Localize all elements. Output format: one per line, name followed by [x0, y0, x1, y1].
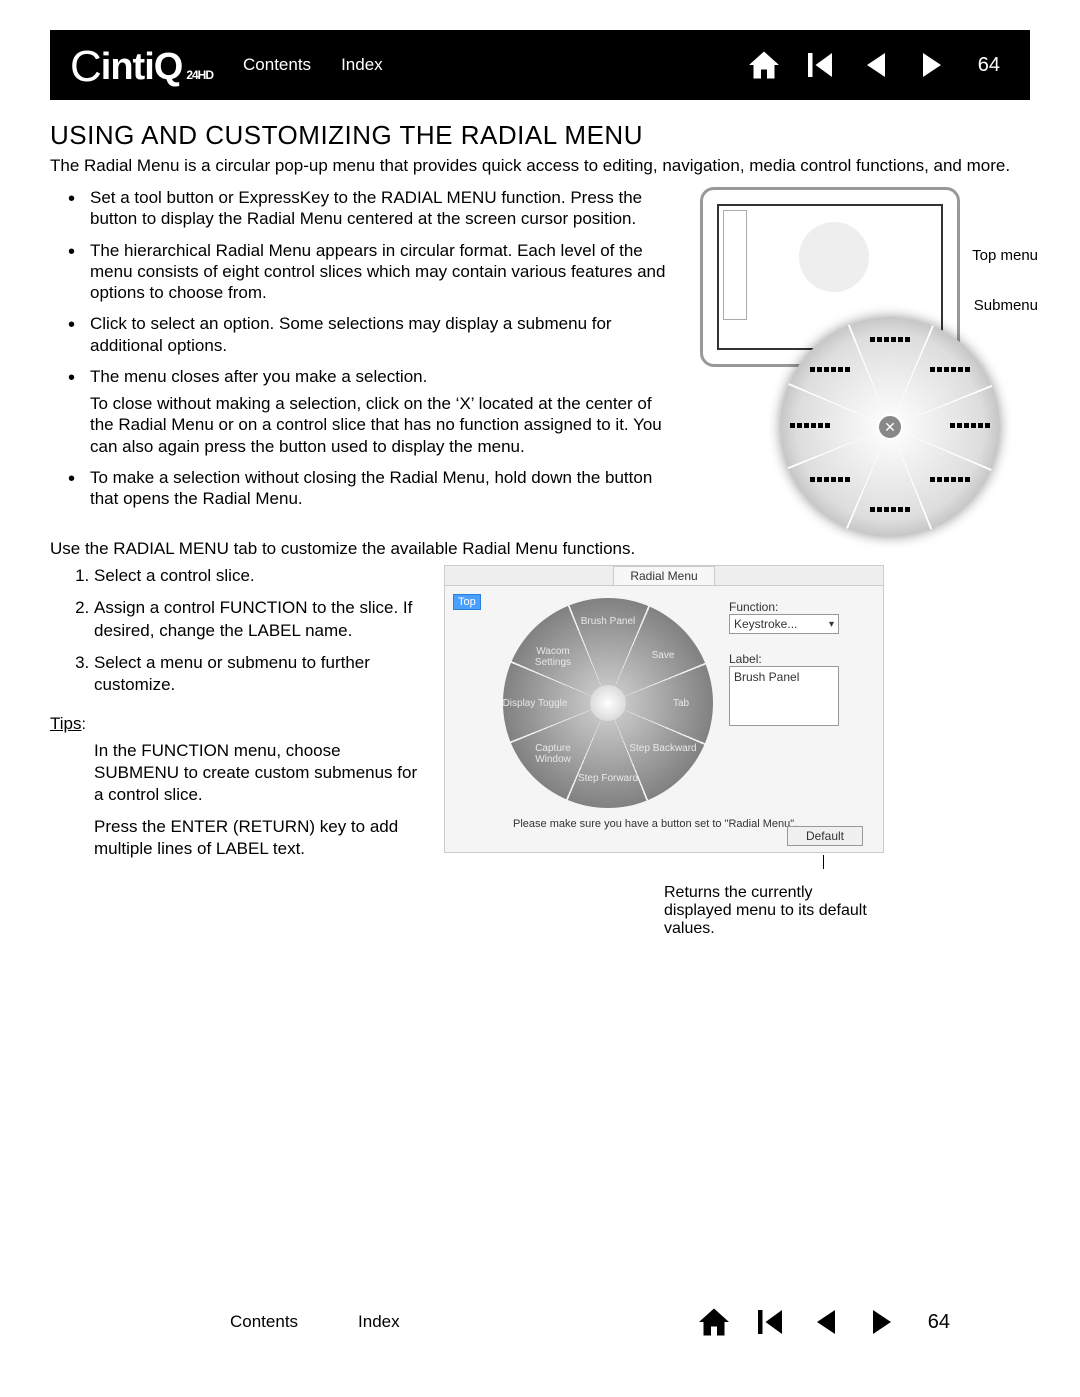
index-link[interactable]: Index [341, 55, 383, 75]
footer-contents-link[interactable]: Contents [230, 1312, 298, 1332]
footer-page-number: 64 [928, 1311, 950, 1334]
page-title: USING AND CUSTOMIZING THE RADIAL MENU [50, 120, 1030, 151]
function-select[interactable]: Keystroke... [729, 614, 839, 634]
default-caption: Returns the currently displayed menu to … [444, 884, 884, 938]
prev-page-icon[interactable] [808, 1304, 844, 1340]
top-chip[interactable]: Top [453, 594, 481, 610]
nav-icons: 64 [746, 47, 1000, 83]
footer-nav-icons: 64 [696, 1304, 950, 1340]
function-value: Keystroke... [734, 617, 797, 631]
home-icon[interactable] [746, 47, 782, 83]
first-page-icon[interactable] [802, 47, 838, 83]
bullet-2: The hierarchical Radial Menu appears in … [90, 241, 665, 303]
radial-menu-panel: Radial Menu Top Brush Panel Save Tab Ste… [444, 565, 884, 853]
slice-sw[interactable]: Capture Window [518, 743, 588, 765]
step-3: Select a menu or submenu to further cust… [94, 652, 420, 696]
tip-2: Press the ENTER (RETURN) key to add mult… [94, 816, 420, 860]
contents-link[interactable]: Contents [243, 55, 311, 75]
header-bar: CintiQ24HD Contents Index 64 [50, 30, 1030, 100]
function-label: Function: [729, 600, 875, 614]
slice-w[interactable]: Display Toggle [500, 698, 570, 709]
label-textbox[interactable]: Brush Panel [729, 666, 839, 726]
tips-block: In the FUNCTION menu, choose SUBMENU to … [50, 740, 420, 860]
step-list: Select a control slice. Assign a control… [50, 565, 420, 695]
radial-close-icon: ✕ [877, 414, 903, 440]
tip-1: In the FUNCTION menu, choose SUBMENU to … [94, 740, 420, 806]
footer-bar: Contents Index 64 [50, 1287, 1030, 1357]
panel-tab-row: Radial Menu [445, 566, 883, 586]
bullet-4-sub: To close without making a selection, cli… [90, 393, 670, 457]
page-number: 64 [978, 54, 1000, 77]
home-icon[interactable] [696, 1304, 732, 1340]
bullet-list: Set a tool button or ExpressKey to the R… [50, 187, 670, 509]
bullet-4: The menu closes after you make a selecti… [90, 367, 427, 386]
label-top-menu: Top menu [972, 247, 1038, 264]
slice-ne[interactable]: Save [628, 650, 698, 661]
next-page-icon[interactable] [914, 47, 950, 83]
radial-diagram: ✕ [780, 317, 1000, 537]
panel-tab[interactable]: Radial Menu [613, 566, 714, 585]
intro-text: The Radial Menu is a circular pop-up men… [50, 155, 1030, 177]
footer-index-link[interactable]: Index [358, 1312, 400, 1332]
bullet-1: Set a tool button or ExpressKey to the R… [90, 188, 642, 228]
prev-page-icon[interactable] [858, 47, 894, 83]
radial-hub [590, 685, 626, 721]
step-2: Assign a control FUNCTION to the slice. … [94, 597, 420, 641]
slice-n[interactable]: Brush Panel [573, 616, 643, 627]
slice-nw[interactable]: Wacom Settings [518, 646, 588, 668]
bullet-5: To make a selection without closing the … [90, 468, 652, 508]
label-submenu: Submenu [974, 297, 1038, 314]
label-label: Label: [729, 652, 875, 666]
slice-s[interactable]: Step Forward [573, 773, 643, 784]
bullet-3: Click to select an option. Some selectio… [90, 314, 612, 354]
default-button[interactable]: Default [787, 826, 863, 846]
brand-logo: CintiQ24HD [70, 40, 213, 90]
step-1: Select a control slice. [94, 565, 420, 587]
radial-preview[interactable]: Brush Panel Save Tab Step Backward Step … [503, 598, 713, 808]
figure-top-menu: Top menu Submenu ✕ [700, 187, 1010, 517]
first-page-icon[interactable] [752, 1304, 788, 1340]
mid-instruction: Use the RADIAL MENU tab to customize the… [50, 539, 1030, 559]
slice-e[interactable]: Tab [646, 698, 716, 709]
slice-se[interactable]: Step Backward [628, 743, 698, 754]
tips-label: Tips [50, 714, 82, 734]
next-page-icon[interactable] [864, 1304, 900, 1340]
